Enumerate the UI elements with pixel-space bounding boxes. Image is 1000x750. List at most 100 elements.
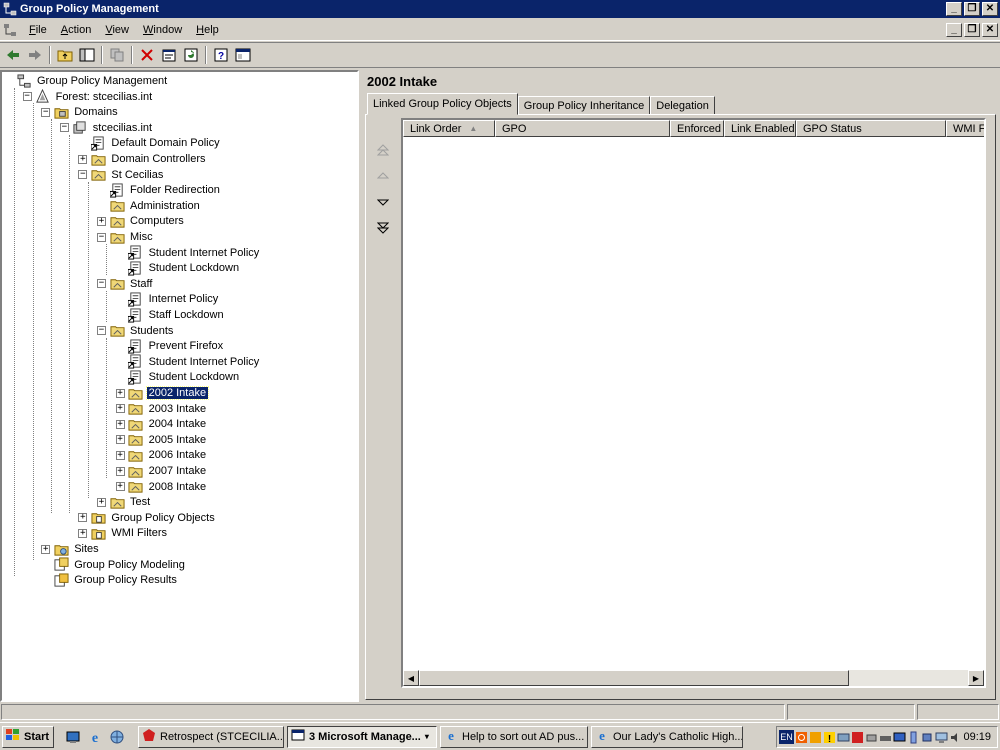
- tray-shield-icon[interactable]: [809, 730, 822, 744]
- tree-node-student-internet-policy[interactable]: Student Internet Policy: [116, 245, 262, 261]
- tree-node-student-internet-policy[interactable]: Student Internet Policy: [116, 354, 262, 370]
- tree-node-administration[interactable]: Administration: [97, 198, 202, 214]
- expand-icon[interactable]: +: [115, 404, 125, 414]
- collapse-icon[interactable]: −: [78, 170, 88, 180]
- menu-view[interactable]: View: [98, 24, 136, 36]
- linked-gpo-list[interactable]: Link Order ▲ GPO Enforced Link Enabled GP…: [401, 118, 986, 688]
- menu-action[interactable]: Action: [54, 24, 99, 36]
- collapse-icon[interactable]: −: [22, 92, 32, 102]
- tree-node-stcecilias-int[interactable]: − stcecilias.int: [59, 120, 154, 136]
- copy-icon[interactable]: [106, 44, 128, 66]
- collapse-icon[interactable]: −: [97, 326, 106, 336]
- move-to-top-icon[interactable]: [373, 140, 393, 160]
- child-restore-button[interactable]: ❐: [964, 23, 980, 37]
- child-close-button[interactable]: ✕: [982, 23, 998, 37]
- tray-scanner-icon[interactable]: [879, 730, 892, 744]
- tab-delegation[interactable]: Delegation: [650, 96, 715, 115]
- task-retrospect[interactable]: Retrospect (STCECILIA...: [138, 725, 284, 748]
- properties-icon[interactable]: [158, 44, 180, 66]
- tree-node-staff[interactable]: − Staff: [97, 276, 154, 292]
- child-minimize-button[interactable]: _: [946, 23, 962, 37]
- tree-node-test[interactable]: + Test: [97, 494, 152, 510]
- column-link-order[interactable]: Link Order ▲: [403, 120, 495, 137]
- tab-gp-inheritance[interactable]: Group Policy Inheritance: [517, 96, 651, 115]
- help-icon[interactable]: ?: [210, 44, 232, 66]
- tree-node-staff-lockdown[interactable]: Staff Lockdown: [116, 307, 226, 323]
- tree-node-domains[interactable]: − Domains: [41, 104, 119, 120]
- collapse-icon[interactable]: −: [97, 279, 106, 289]
- gpm-app-icon[interactable]: [2, 1, 18, 17]
- tree-node-group-policy-objects[interactable]: + Group Policy Objects: [78, 510, 216, 526]
- delete-icon[interactable]: [136, 44, 158, 66]
- show-desktop-icon[interactable]: [64, 728, 82, 746]
- expand-icon[interactable]: +: [97, 497, 106, 507]
- language-indicator[interactable]: EN: [779, 730, 794, 744]
- collapse-icon[interactable]: −: [97, 232, 106, 242]
- column-gpo[interactable]: GPO: [495, 120, 670, 137]
- minimize-button[interactable]: _: [946, 2, 962, 16]
- tree-pane[interactable]: Group Policy Management − Forest: stcecili…: [0, 70, 359, 702]
- menu-window[interactable]: Window: [136, 24, 189, 36]
- tray-computer-icon[interactable]: [935, 730, 948, 744]
- horizontal-scrollbar[interactable]: ◀ ▶: [403, 670, 984, 686]
- tree-node-group-policy-results[interactable]: Group Policy Results: [41, 572, 179, 588]
- globe-icon[interactable]: [108, 728, 126, 746]
- tree-node-internet-policy[interactable]: Internet Policy: [116, 291, 221, 307]
- tree-node-default-domain-policy[interactable]: Default Domain Policy: [78, 135, 221, 151]
- tree-node-domain-controllers[interactable]: + Domain Controllers: [78, 151, 207, 167]
- expand-icon[interactable]: +: [115, 388, 125, 398]
- tab-linked-gpos[interactable]: Linked Group Policy Objects: [367, 93, 518, 115]
- up-folder-icon[interactable]: [54, 44, 76, 66]
- task-mmc[interactable]: 3 Microsoft Manage... ▾: [287, 725, 437, 748]
- tray-monitor-icon[interactable]: [893, 730, 906, 744]
- tree-node-wmi-filters[interactable]: + WMI Filters: [78, 525, 169, 541]
- expand-icon[interactable]: +: [41, 544, 51, 554]
- tray-volume-icon[interactable]: [949, 730, 962, 744]
- tree-node-2003-intake[interactable]: +2003 Intake: [115, 401, 209, 417]
- tree-node-prevent-firefox[interactable]: Prevent Firefox: [116, 338, 226, 354]
- scroll-right-icon[interactable]: ▶: [968, 670, 984, 686]
- tray-warning-icon[interactable]: !: [823, 730, 836, 744]
- move-down-icon[interactable]: [373, 192, 393, 212]
- back-arrow-icon[interactable]: [2, 44, 24, 66]
- collapse-icon[interactable]: −: [41, 107, 51, 117]
- expand-icon[interactable]: +: [97, 216, 106, 226]
- tree-node-group-policy-modeling[interactable]: Group Policy Modeling: [41, 557, 187, 573]
- menu-help[interactable]: Help: [189, 24, 226, 36]
- expand-icon[interactable]: +: [115, 450, 125, 460]
- expand-icon[interactable]: +: [115, 419, 125, 429]
- forward-arrow-icon[interactable]: [24, 44, 46, 66]
- expand-icon[interactable]: +: [115, 435, 125, 445]
- tree-node-sites[interactable]: + Sites: [41, 541, 100, 557]
- refresh-icon[interactable]: [180, 44, 202, 66]
- tray-orange-icon[interactable]: [795, 730, 808, 744]
- column-gpo-status[interactable]: GPO Status: [796, 120, 946, 137]
- collapse-icon[interactable]: −: [59, 123, 69, 133]
- show-hide-tree-icon[interactable]: [76, 44, 98, 66]
- tree-node-2004-intake[interactable]: +2004 Intake: [115, 416, 209, 432]
- move-to-bottom-icon[interactable]: [373, 218, 393, 238]
- tree-node-students[interactable]: − Students: [97, 323, 175, 339]
- expand-icon[interactable]: +: [78, 528, 88, 538]
- tray-antivirus-icon[interactable]: [851, 730, 864, 744]
- tree-node-folder-redirection[interactable]: Folder Redirection: [97, 182, 222, 198]
- tree-node-group-policy-management[interactable]: Group Policy Management: [4, 73, 169, 89]
- tree-node-student-lockdown[interactable]: Student Lockdown: [116, 369, 242, 385]
- expand-icon[interactable]: +: [115, 466, 125, 476]
- tray-tool-icon[interactable]: [907, 730, 920, 744]
- expand-icon[interactable]: +: [78, 513, 88, 523]
- internet-explorer-icon[interactable]: e: [86, 728, 104, 746]
- start-button[interactable]: Start: [2, 725, 54, 748]
- console-icon[interactable]: [2, 22, 18, 38]
- tree-node-2002-intake[interactable]: +2002 Intake: [115, 385, 210, 401]
- tree-node-computers[interactable]: + Computers: [97, 213, 186, 229]
- expand-icon[interactable]: +: [115, 482, 125, 492]
- tray-network-icon[interactable]: [837, 730, 850, 744]
- clock[interactable]: 09:19: [963, 731, 991, 743]
- expand-icon[interactable]: +: [78, 154, 88, 164]
- column-link-enabled[interactable]: Link Enabled: [724, 120, 796, 137]
- scroll-thumb[interactable]: [419, 670, 849, 686]
- tree-node-forest-stcecilias-int[interactable]: − Forest: stcecilias.int: [22, 89, 155, 105]
- column-wmi-filter[interactable]: WMI F: [946, 120, 984, 137]
- tree-node-2008-intake[interactable]: +2008 Intake: [115, 479, 209, 495]
